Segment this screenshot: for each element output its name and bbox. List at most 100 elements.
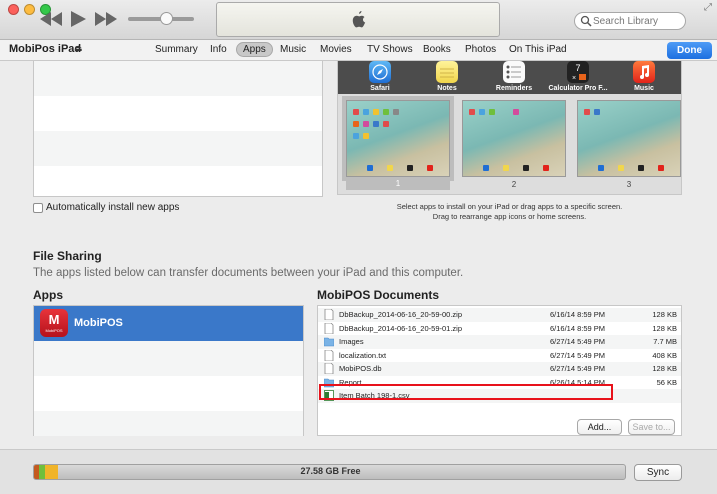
play-icon[interactable]: [70, 11, 86, 31]
home-screen-1-number: 1: [346, 178, 450, 190]
list-item: [34, 131, 322, 166]
volume-slider-knob[interactable]: [160, 12, 173, 25]
done-button[interactable]: Done: [667, 42, 712, 59]
notes-icon: [436, 61, 458, 83]
documents-list[interactable]: DbBackup_2014-06-16_20-59-00.zip 6/16/14…: [317, 305, 682, 436]
dock-app-label: Reminders: [495, 85, 533, 92]
dock-app-music[interactable]: Music: [609, 61, 679, 94]
tab-tv-shows[interactable]: TV Shows: [361, 43, 419, 56]
title-bar: ⤢: [0, 0, 717, 40]
free-space-label: 27.58 GB Free: [300, 466, 361, 476]
home-screen-2-number: 2: [511, 180, 517, 189]
tab-photos[interactable]: Photos: [459, 43, 502, 56]
volume-slider[interactable]: [128, 12, 194, 25]
auto-install-option[interactable]: Automatically install new apps: [33, 202, 179, 213]
home-screen-2[interactable]: [462, 100, 566, 177]
document-name: localization.txt: [339, 350, 387, 360]
list-item: [34, 341, 303, 376]
auto-install-label: Automatically install new apps: [46, 202, 180, 213]
svg-text:×: ×: [572, 75, 576, 82]
reminders-icon: [503, 61, 525, 83]
document-date: 6/27/14 5:49 PM: [550, 364, 606, 373]
document-row[interactable]: localization.txt 6/27/14 5:49 PM 408 KB: [318, 349, 681, 363]
document-row[interactable]: DbBackup_2014-06-16_20-59-00.zip 6/16/14…: [318, 308, 681, 322]
home-screen-3[interactable]: [577, 100, 681, 177]
calculator-icon: 7 ×: [567, 61, 589, 83]
file-sharing-description: The apps listed below can transfer docum…: [33, 267, 464, 279]
fast-forward-icon[interactable]: [95, 12, 117, 30]
document-name: DbBackup_2014-06-16_20-59-00.zip: [339, 310, 463, 319]
dock-app-label: Music: [634, 85, 654, 92]
tab-apps[interactable]: Apps: [236, 42, 273, 57]
home-screen-preview[interactable]: Safari Notes Reminders 7 × Calculator Pro…: [337, 61, 682, 195]
tab-on-this-ipad[interactable]: On This iPad: [503, 43, 573, 56]
document-date: 6/27/14 5:49 PM: [550, 350, 606, 360]
tab-books[interactable]: Books: [417, 43, 457, 56]
document-size: 128 KB: [652, 323, 677, 333]
apple-icon: [352, 11, 366, 28]
tab-music[interactable]: Music: [274, 43, 312, 56]
app-row-mobipos[interactable]: M MobiPOS MobiPOS: [34, 306, 303, 341]
dock-app-safari[interactable]: Safari: [345, 61, 415, 94]
document-date: 6/27/14 5:49 PM: [550, 337, 606, 346]
file-sharing-app-list[interactable]: M MobiPOS MobiPOS: [33, 305, 304, 436]
eject-icon[interactable]: ⏏: [74, 43, 83, 54]
search-input[interactable]: [593, 14, 683, 28]
app-name: MobiPOS: [74, 317, 123, 329]
list-item: [318, 403, 681, 417]
add-document-button[interactable]: Add...: [577, 419, 622, 435]
tab-summary[interactable]: Summary: [149, 43, 204, 56]
search-field[interactable]: [574, 12, 686, 30]
document-size: 128 KB: [652, 310, 677, 319]
mobipos-icon: M MobiPOS: [40, 309, 68, 337]
document-date: 6/16/14 8:59 PM: [550, 323, 606, 333]
document-name: DbBackup_2014-06-16_20-59-01.zip: [339, 323, 463, 333]
document-date: 6/16/14 8:59 PM: [550, 310, 606, 319]
auto-install-checkbox[interactable]: [33, 202, 43, 213]
dock-app-label: Safari: [370, 85, 390, 92]
document-row[interactable]: DbBackup_2014-06-16_20-59-01.zip 6/16/14…: [318, 322, 681, 336]
search-icon: [580, 15, 592, 27]
tab-movies[interactable]: Movies: [314, 43, 358, 56]
close-window-button[interactable]: [8, 4, 19, 15]
save-to-button[interactable]: Save to...: [628, 419, 675, 435]
file-sharing-title: File Sharing: [33, 249, 102, 263]
document-name: MobiPOS.db: [339, 364, 382, 373]
file-icon: [324, 309, 334, 320]
status-display: [216, 2, 500, 37]
capacity-bar: 27.58 GB Free: [33, 464, 626, 480]
document-size: 7.7 MB: [653, 337, 677, 346]
document-size: 56 KB: [656, 377, 677, 387]
dock: Safari Notes Reminders 7 × Calculator Pro…: [338, 61, 681, 94]
minimize-window-button[interactable]: [24, 4, 35, 15]
document-row[interactable]: MobiPOS.db 6/27/14 5:49 PM 128 KB: [318, 362, 681, 376]
document-row[interactable]: Images 6/27/14 5:49 PM 7.7 MB: [318, 335, 681, 349]
capacity-bar-area: 27.58 GB Free Sync: [0, 449, 717, 494]
file-icon: [324, 322, 334, 334]
music-icon: [633, 61, 655, 83]
sync-button[interactable]: Sync: [634, 464, 682, 481]
app-list[interactable]: [33, 61, 323, 197]
list-item: [34, 166, 322, 197]
fullscreen-icon[interactable]: ⤢: [704, 2, 712, 13]
home-screen-1[interactable]: [342, 96, 454, 181]
dock-app-reminders[interactable]: Reminders: [479, 61, 549, 94]
rewind-icon[interactable]: [40, 12, 62, 30]
file-icon: [324, 349, 334, 361]
dock-app-notes[interactable]: Notes: [412, 61, 482, 94]
home-screen-hint: Select apps to install on your iPad or d…: [337, 202, 682, 222]
apps-header: Apps: [33, 288, 63, 302]
dock-app-label: Notes: [437, 85, 457, 92]
list-item: [34, 61, 322, 96]
dock-app-calculator[interactable]: 7 × Calculator Pro F...: [543, 61, 613, 94]
home-screen-3-number: 3: [626, 180, 632, 189]
device-name: MobiPos iPad: [9, 43, 82, 55]
list-item: [34, 411, 303, 436]
list-item: [34, 96, 322, 131]
folder-icon: [324, 337, 334, 347]
mobipos-icon-letter: M: [48, 312, 60, 327]
dock-app-label: Calculator Pro F...: [548, 85, 608, 92]
tab-info[interactable]: Info: [204, 43, 233, 56]
calculator-badge: 7: [575, 63, 580, 73]
document-size: 128 KB: [652, 364, 677, 373]
